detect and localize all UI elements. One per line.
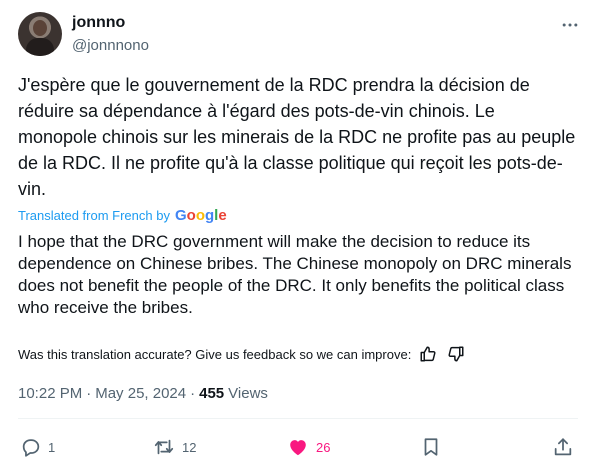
tweet-card: jonnno @jonnnono J'espère que le gouvern… [0, 0, 598, 473]
tweet-meta-row: 10:22 PM · May 25, 2024 · 455 Views [18, 382, 268, 404]
action-bar: 1 12 26 [18, 432, 580, 462]
author-display-name[interactable]: jonnno [72, 14, 125, 32]
tweet-translation-text: I hope that the DRC government will make… [18, 232, 572, 317]
meta-separator-2: · [190, 384, 196, 402]
like-count: 26 [316, 439, 331, 455]
like-button[interactable]: 26 [286, 432, 330, 462]
tweet-time[interactable]: 10:22 PM [18, 385, 82, 402]
views-label: Views [228, 384, 268, 402]
share-button[interactable] [552, 432, 574, 462]
reply-button[interactable]: 1 [20, 432, 55, 462]
share-icon [554, 438, 572, 456]
author-handle[interactable]: @jonnnono [72, 37, 149, 54]
bookmark-button[interactable] [420, 432, 442, 462]
google-logo: Google [174, 206, 227, 224]
meta-separator: · [86, 384, 92, 402]
tweet-date[interactable]: May 25, 2024 [95, 385, 186, 402]
thumbs-down-button[interactable] [445, 343, 467, 365]
repost-icon [154, 439, 174, 455]
feedback-prompt: Was this translation accurate? Give us f… [18, 346, 412, 362]
thumbs-down-icon [448, 346, 464, 362]
more-horizontal-icon [562, 23, 578, 27]
repost-count: 12 [182, 439, 197, 455]
reply-icon [22, 439, 40, 457]
avatar[interactable] [18, 12, 62, 56]
translated-by-row: Translated from French by Google [18, 205, 227, 225]
reply-count: 1 [48, 439, 56, 455]
tweet-original-text: J'espère que le gouvernement de la RDC p… [18, 75, 576, 199]
avatar-head-shape [33, 20, 47, 36]
thumbs-up-button[interactable] [417, 343, 439, 365]
bookmark-icon [424, 438, 438, 456]
views-count: 455 [199, 384, 225, 402]
tweet-header: jonnno @jonnnono [18, 12, 584, 60]
more-options-button[interactable] [557, 12, 583, 38]
heart-icon [290, 440, 306, 456]
repost-button[interactable]: 12 [152, 432, 196, 462]
avatar-body-shape [26, 38, 54, 56]
thumbs-up-icon [420, 346, 436, 362]
translation-feedback-row: Was this translation accurate? Give us f… [18, 343, 467, 365]
translated-label[interactable]: Translated from French by [18, 208, 170, 223]
divider [18, 418, 578, 419]
